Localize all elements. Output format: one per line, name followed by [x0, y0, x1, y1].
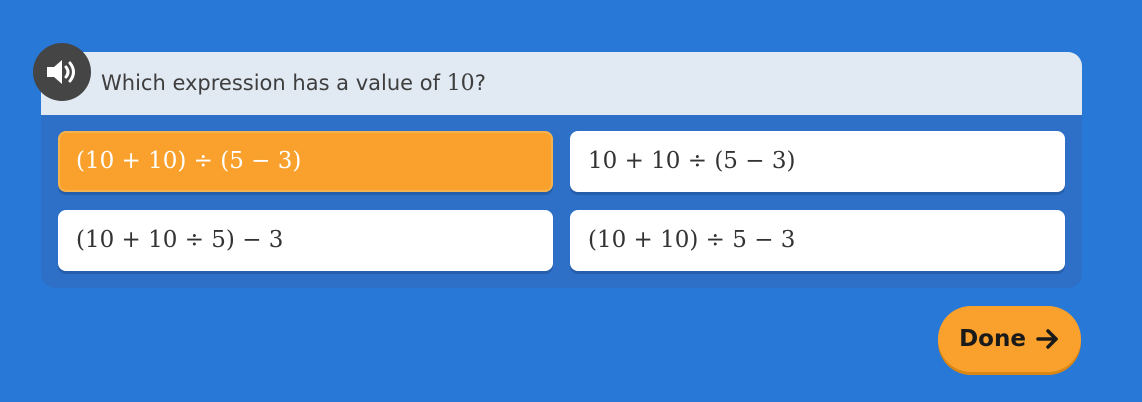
speaker-icon: [47, 60, 75, 84]
answer-option-d[interactable]: (10 + 10) ÷ 5 − 3: [570, 210, 1065, 271]
question-bar: Which expression has a value of 10?: [41, 52, 1082, 115]
question-suffix: ?: [474, 71, 486, 95]
question-number: 10: [446, 71, 475, 96]
question-prefix: Which expression has a value of: [101, 71, 447, 95]
read-aloud-button[interactable]: [33, 43, 91, 101]
done-button[interactable]: Done: [938, 306, 1081, 372]
arrow-right-icon: [1036, 329, 1058, 349]
done-label: Done: [959, 326, 1026, 352]
question-text: Which expression has a value of 10?: [101, 52, 486, 115]
answer-option-a[interactable]: (10 + 10) ÷ (5 − 3): [58, 131, 553, 192]
answer-option-c[interactable]: (10 + 10 ÷ 5) − 3: [58, 210, 553, 271]
answer-option-b[interactable]: 10 + 10 ÷ (5 − 3): [570, 131, 1065, 192]
